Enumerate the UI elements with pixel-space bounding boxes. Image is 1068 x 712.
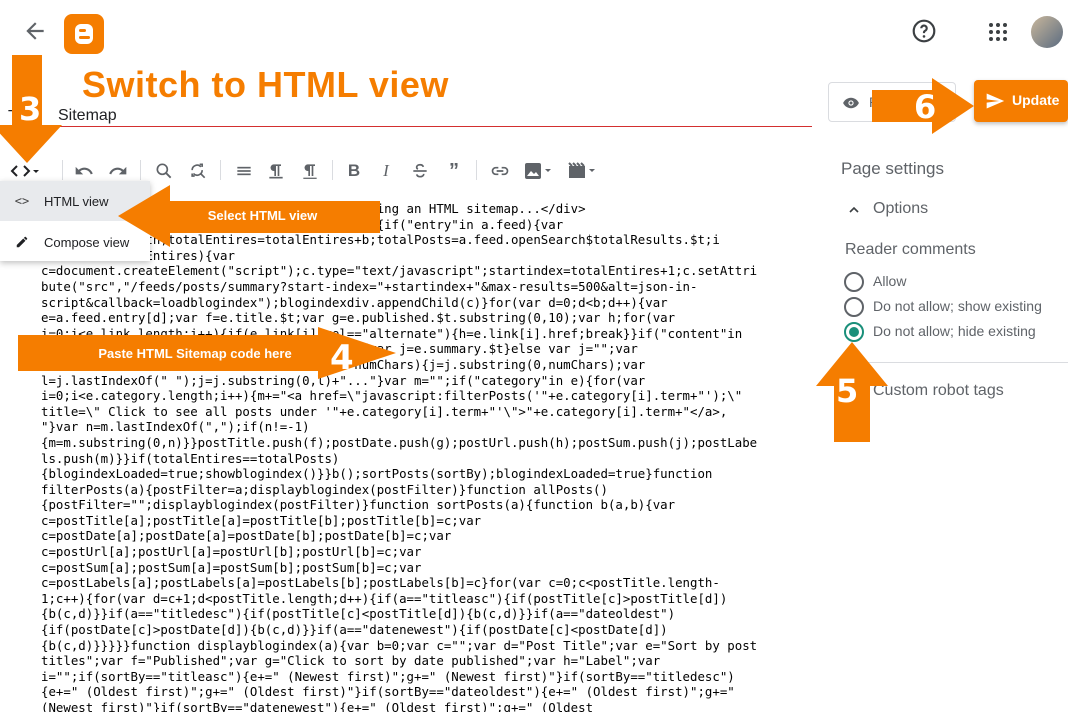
search-icon[interactable]: [152, 158, 176, 184]
title-underline: [0, 126, 812, 127]
code-line: (Newest first)"}if(sortBy=="datenewest")…: [41, 700, 594, 712]
italic-icon[interactable]: I: [374, 158, 398, 184]
page-settings-heading: Page settings: [841, 159, 945, 178]
select-html-label: Select HTML view: [175, 203, 350, 227]
paste-code-label: Paste HTML Sitemap code here: [60, 342, 330, 364]
code-icon: <>: [14, 194, 30, 208]
options-section-toggle[interactable]: Options: [873, 200, 928, 218]
code-line: {b(c,d)}}}}}function displayblogindex(a)…: [41, 637, 758, 653]
strikethrough-icon[interactable]: [408, 158, 432, 184]
update-label: Update: [1012, 92, 1060, 108]
toolbar-divider: [140, 160, 141, 180]
chevron-up-icon[interactable]: [846, 202, 862, 223]
code-line: c=document.createElement("script");c.typ…: [41, 263, 758, 279]
menu-item-label: Compose view: [44, 234, 130, 250]
step-5-number: 5: [836, 372, 859, 410]
quote-icon[interactable]: ”: [442, 158, 466, 184]
code-line: totalEntires){var: [108, 247, 235, 263]
eye-icon: [841, 94, 861, 117]
code-line: {m=m.substring(0,n)}}postTitle.push(f);p…: [41, 434, 758, 450]
back-arrow-icon[interactable]: [22, 18, 48, 44]
code-line: {e+=" (Oldest first)";g+=" (Oldest first…: [41, 684, 735, 700]
code-line: c=postLabels[a];postLabels[a]=postLabels…: [41, 575, 720, 591]
radio-hide-existing[interactable]: [844, 322, 864, 342]
radio-allow[interactable]: [844, 272, 864, 292]
reader-comments-heading: Reader comments: [845, 241, 976, 258]
search-replace-icon[interactable]: [186, 158, 210, 184]
apps-grid-icon[interactable]: [986, 20, 1010, 44]
avatar[interactable]: [1031, 16, 1063, 48]
paragraph-rtl-icon[interactable]: [298, 158, 322, 184]
send-icon: [986, 93, 1005, 109]
code-line: {b(c,d)}}if(a=="titledesc"){if(postTitle…: [41, 606, 676, 622]
code-line: ls.push(m)}}if(totalEntires==totalPosts): [41, 450, 340, 466]
code-line: "}var n=m.lastIndexOf(",");if(n!=-1): [41, 419, 310, 435]
code-line: c=postTitle[a];postTitle[a]=postTitle[b]…: [41, 512, 482, 528]
code-line: {postFilter="";displayblogindex(postFilt…: [41, 497, 676, 513]
code-line: script&callback=loadblogindex");bloginde…: [41, 294, 668, 310]
code-line: title=\" Click to see all posts under '"…: [41, 403, 728, 419]
code-line: 1;c++){for(var d=c+1;d<postTitle.length;…: [41, 590, 728, 606]
toolbar-divider: [332, 160, 333, 180]
radio-show-existing[interactable]: [844, 297, 864, 317]
code-line: i="";if(sortBy=="titleasc"){e+=" (Newest…: [41, 668, 735, 684]
code-line: {if(postDate[c]>postDate[d]){b(c,d)}}if(…: [41, 622, 668, 638]
code-line: i=0;i<e.category.length;i++){m+="<a href…: [41, 388, 743, 404]
step-3-number: 3: [19, 90, 42, 128]
custom-robot-tags-toggle[interactable]: Custom robot tags: [873, 382, 1004, 400]
align-icon[interactable]: [232, 158, 256, 184]
radio-hide-existing-label[interactable]: Do not allow; hide existing: [873, 323, 1036, 339]
link-icon[interactable]: [488, 158, 512, 184]
code-line: c=postUrl[a];postUrl[a]=postUrl[b];postU…: [41, 544, 422, 560]
code-line: e=a.feed.entry[d];var f=e.title.$t;var g…: [41, 310, 676, 326]
radio-allow-label[interactable]: Allow: [873, 273, 906, 289]
html-code-editor[interactable]: lating an HTML sitemap...</div> b(){if("…: [41, 201, 816, 712]
annotation-title: Switch to HTML view: [82, 64, 449, 105]
blogger-logo-icon[interactable]: [64, 14, 104, 54]
step-4-number: 4: [330, 338, 354, 378]
code-line: filterPosts(a){postFilter=a;displayblogi…: [41, 481, 608, 497]
bold-icon[interactable]: B: [342, 158, 366, 184]
code-line: {blogindexLoaded=true;showblogindex()}}b…: [41, 466, 713, 482]
insert-video-icon[interactable]: [566, 158, 598, 184]
update-button[interactable]: Update: [974, 80, 1068, 122]
menu-item-label: HTML view: [44, 193, 109, 209]
step-6-number: 6: [914, 88, 937, 126]
toolbar-divider: [476, 160, 477, 180]
paragraph-ltr-icon[interactable]: [264, 158, 288, 184]
toolbar-divider: [220, 160, 221, 180]
code-line: c=postSum[a];postSum[a]=postSum[b];postS…: [41, 559, 422, 575]
code-line: titles";var f="Published";var g="Click t…: [41, 653, 661, 669]
radio-show-existing-label[interactable]: Do not allow; show existing: [873, 298, 1042, 314]
insert-image-icon[interactable]: [522, 158, 554, 184]
code-line: c=postDate[a];postDate[a]=postDate[b];po…: [41, 528, 452, 544]
pencil-icon: [0, 235, 44, 249]
code-line: bute("src","/feeds/posts/summary?start-i…: [41, 278, 698, 294]
help-icon[interactable]: [911, 18, 937, 44]
